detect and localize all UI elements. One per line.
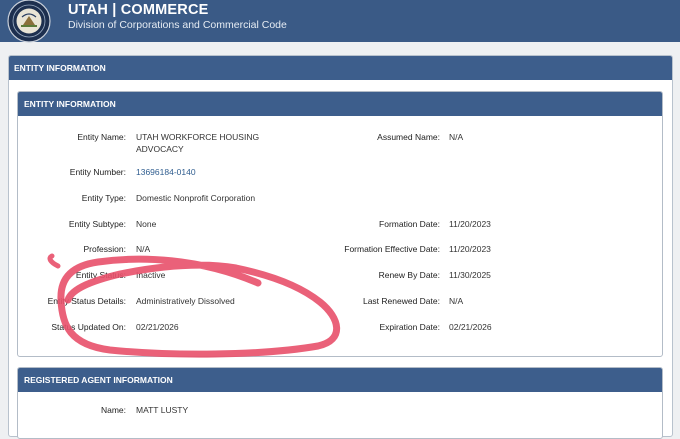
utah-seal-icon[interactable] (4, 0, 54, 43)
formation-date-value: 11/20/2023 (449, 219, 491, 229)
formation-date-label: Formation Date: (379, 219, 440, 229)
registered-agent-panel: REGISTERED AGENT INFORMATION (17, 367, 663, 439)
assumed-name-label: Assumed Name: (377, 132, 440, 142)
entity-status-label: Entity Status: (75, 270, 126, 280)
renew-by-date-label: Renew By Date: (378, 270, 440, 280)
formation-effective-date-value: 11/20/2023 (449, 244, 491, 254)
entity-status-value: Inactive (136, 270, 166, 280)
panel-header: ENTITY INFORMATION (18, 92, 662, 116)
renew-by-date-value: 11/30/2025 (449, 270, 491, 280)
profession-value: N/A (136, 244, 151, 254)
entity-type-label: Entity Type: (81, 193, 126, 203)
status-updated-value: 02/21/2026 (136, 322, 179, 332)
last-renewed-date-value: N/A (449, 296, 464, 306)
entity-type-value: Domestic Nonprofit Corporation (136, 193, 256, 203)
brand-subtitle: Division of Corporations and Commercial … (68, 19, 287, 31)
expiration-date-value: 02/21/2026 (449, 322, 492, 332)
entity-name-label: Entity Name: (77, 132, 126, 142)
entity-status-details-value: Administratively Dissolved (136, 296, 235, 306)
entity-name-value: UTAH WORKFORCE HOUSING ADVOCACY (136, 132, 260, 154)
agent-name-value: MATT LUSTY (136, 405, 189, 415)
entity-number-link[interactable]: 13696184-0140 (136, 166, 276, 178)
entity-subtype-value: None (136, 219, 157, 229)
brand-title[interactable]: UTAH | COMMERCE (68, 2, 209, 18)
agent-name-label: Name: (100, 405, 126, 415)
entity-subtype-label: Entity Subtype: (68, 219, 126, 229)
panel-header: REGISTERED AGENT INFORMATION (18, 368, 662, 392)
profession-label: Profession: (83, 244, 126, 254)
section-header: ENTITY INFORMATION (9, 56, 672, 80)
expiration-date-label: Expiration Date: (379, 322, 440, 332)
formation-effective-date-label: Formation Effective Date: (344, 244, 440, 254)
last-renewed-date-label: Last Renewed Date: (362, 296, 440, 306)
entity-number-label: Entity Number: (69, 167, 126, 177)
assumed-name-value: N/A (449, 132, 464, 142)
site-header: UTAH | COMMERCE Division of Corporations… (0, 0, 680, 43)
entity-status-details-label: Entity Status Details: (47, 296, 126, 306)
status-updated-label: Status Updated On: (51, 322, 126, 332)
